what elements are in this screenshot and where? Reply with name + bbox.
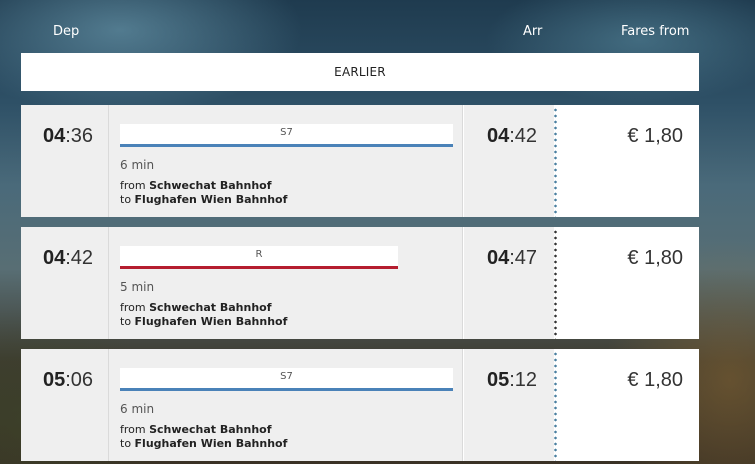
line-label: S7: [280, 371, 293, 382]
fare-cell: € 1,80: [554, 349, 699, 461]
departure-cell: 05:06: [21, 349, 109, 461]
to-station: Flughafen Wien Bahnhof: [134, 193, 288, 206]
to-station: Flughafen Wien Bahnhof: [134, 315, 288, 328]
fares-column-label: Fares from: [621, 24, 690, 39]
line-label: R: [255, 249, 263, 260]
dotted-separator: [554, 107, 557, 217]
journey-cell: S7 6 min from Schwechat Bahnhof to Flugh…: [109, 105, 463, 217]
fare-price: € 1,80: [627, 247, 683, 269]
line-label: S7: [280, 127, 293, 138]
fare-cell: € 1,80: [554, 105, 699, 217]
arrival-minute: :12: [509, 369, 538, 391]
fare-cell: € 1,80: [554, 227, 699, 339]
departure-cell: 04:36: [21, 105, 109, 217]
arrival-time: 05:12: [487, 369, 537, 392]
line-badge: S7: [120, 124, 453, 147]
departure-minute: :36: [65, 125, 94, 147]
arrival-minute: :47: [509, 247, 538, 269]
fare-price: € 1,80: [627, 125, 683, 147]
from-station: Schwechat Bahnhof: [149, 423, 272, 436]
dotted-separator: [554, 351, 557, 461]
line-badge: S7: [120, 368, 453, 391]
arrival-hour: 04: [487, 247, 510, 269]
arrival-minute: :42: [509, 125, 538, 147]
connection-row[interactable]: 05:06 S7 6 min from Schwechat Bahnhof to…: [21, 349, 699, 461]
to-prefix: to: [120, 437, 135, 450]
dep-column-label: Dep: [53, 24, 80, 39]
from-station: Schwechat Bahnhof: [149, 179, 272, 192]
from-prefix: from: [120, 423, 150, 436]
route-info: from Schwechat Bahnhof to Flughafen Wien…: [120, 179, 287, 207]
route-info: from Schwechat Bahnhof to Flughafen Wien…: [120, 301, 287, 329]
journey-cell: S7 6 min from Schwechat Bahnhof to Flugh…: [109, 349, 463, 461]
departure-cell: 04:42: [21, 227, 109, 339]
arrival-hour: 04: [487, 125, 510, 147]
line-badge: R: [120, 246, 398, 269]
to-prefix: to: [120, 315, 135, 328]
route-info: from Schwechat Bahnhof to Flughafen Wien…: [120, 423, 287, 451]
departure-minute: :06: [65, 369, 94, 391]
duration: 6 min: [120, 402, 155, 416]
arrival-cell: 04:42: [464, 105, 554, 217]
from-prefix: from: [120, 179, 150, 192]
departure-time: 05:06: [43, 369, 93, 392]
arrival-time: 04:47: [487, 247, 537, 270]
departure-minute: :42: [65, 247, 94, 269]
arrival-hour: 05: [487, 369, 510, 391]
departure-time: 04:42: [43, 247, 93, 270]
duration: 5 min: [120, 280, 155, 294]
arrival-cell: 04:47: [464, 227, 554, 339]
to-station: Flughafen Wien Bahnhof: [134, 437, 288, 450]
from-station: Schwechat Bahnhof: [149, 301, 272, 314]
departure-time: 04:36: [43, 125, 93, 148]
departure-hour: 04: [43, 125, 66, 147]
arrival-time: 04:42: [487, 125, 537, 148]
departure-hour: 04: [43, 247, 66, 269]
dotted-separator: [554, 229, 557, 339]
connection-row[interactable]: 04:42 R 5 min from Schwechat Bahnhof to …: [21, 227, 699, 339]
journey-cell: R 5 min from Schwechat Bahnhof to Flugha…: [109, 227, 463, 339]
departure-hour: 05: [43, 369, 66, 391]
column-header: Dep Arr Fares from: [0, 0, 755, 52]
arr-column-label: Arr: [523, 24, 543, 39]
arrival-cell: 05:12: [464, 349, 554, 461]
connection-row[interactable]: 04:36 S7 6 min from Schwechat Bahnhof to…: [21, 105, 699, 217]
fare-price: € 1,80: [627, 369, 683, 391]
from-prefix: from: [120, 301, 150, 314]
to-prefix: to: [120, 193, 135, 206]
duration: 6 min: [120, 158, 155, 172]
earlier-button[interactable]: EARLIER: [21, 53, 699, 91]
